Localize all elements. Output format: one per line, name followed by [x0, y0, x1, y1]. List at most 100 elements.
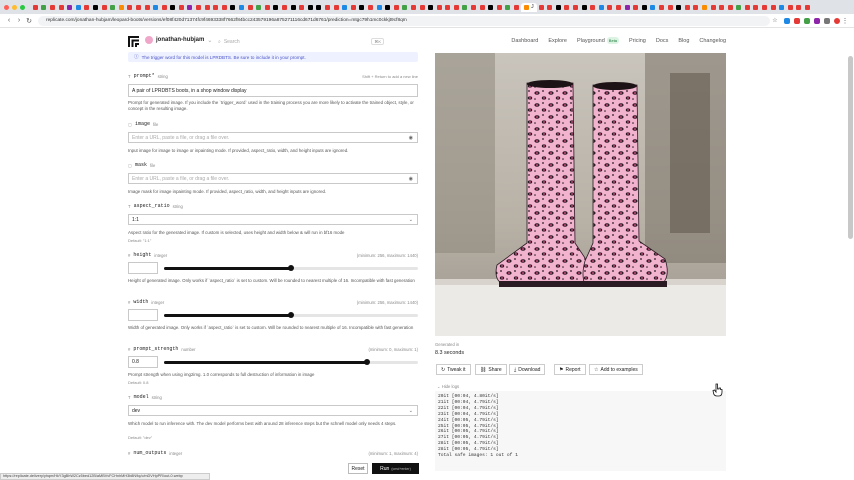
browser-tab[interactable] [444, 3, 453, 12]
slider-handle[interactable] [288, 265, 294, 271]
aspect-ratio-select[interactable]: 1:1 ⌄ [128, 214, 418, 225]
browser-tab[interactable] [786, 3, 795, 12]
browser-tab[interactable] [777, 3, 786, 12]
browser-tab[interactable] [169, 3, 178, 12]
browser-tab[interactable] [65, 3, 74, 12]
browser-tab[interactable] [108, 3, 117, 12]
eye-icon[interactable]: ◉ [409, 176, 413, 182]
browser-tab[interactable] [91, 3, 100, 12]
browser-tab[interactable] [674, 3, 683, 12]
browser-tab[interactable] [323, 3, 332, 12]
output-image[interactable] [435, 53, 726, 336]
browser-tab[interactable] [392, 3, 401, 12]
browser-tab[interactable] [795, 3, 804, 12]
browser-tab[interactable] [211, 3, 220, 12]
browser-tab[interactable] [623, 3, 632, 12]
browser-tab[interactable] [263, 3, 272, 12]
browser-tab[interactable]: J [520, 2, 537, 12]
minimize-window-button[interactable] [12, 4, 17, 10]
nav-playground[interactable]: Playground Beta [577, 37, 620, 44]
browser-tab[interactable] [666, 3, 675, 12]
width-input[interactable] [128, 309, 158, 321]
browser-tab[interactable] [726, 3, 735, 12]
browser-tab[interactable] [246, 3, 255, 12]
browser-tab[interactable] [160, 3, 169, 12]
browser-tab[interactable] [332, 3, 341, 12]
menu-dots-icon[interactable]: ⋮ [840, 17, 850, 25]
replicate-logo[interactable] [128, 36, 139, 47]
browser-tab[interactable] [512, 3, 521, 12]
browser-tab[interactable] [254, 3, 263, 12]
extension-icon[interactable] [804, 17, 810, 24]
run-button[interactable]: Run (cmd+enter) [372, 463, 419, 474]
browser-tab[interactable] [649, 3, 658, 12]
reload-icon[interactable]: ↻ [24, 17, 34, 25]
share-button[interactable]: ⛓ Share [475, 364, 507, 375]
browser-tab[interactable] [743, 3, 752, 12]
browser-tab[interactable] [401, 3, 410, 12]
browser-tab[interactable] [409, 3, 418, 12]
browser-tab[interactable] [220, 3, 229, 12]
browser-tab[interactable] [203, 3, 212, 12]
browser-tab[interactable] [117, 3, 126, 12]
slider-handle[interactable] [288, 312, 294, 318]
browser-tab[interactable] [375, 3, 384, 12]
browser-tab[interactable] [48, 3, 57, 12]
browser-tab[interactable] [563, 3, 572, 12]
browser-tab[interactable] [366, 3, 375, 12]
image-input[interactable]: Enter a URL, paste a file, or drag a fil… [128, 132, 418, 143]
mask-input[interactable]: Enter a URL, paste a file, or drag a fil… [128, 173, 418, 184]
width-slider[interactable] [164, 312, 418, 318]
browser-tab[interactable] [306, 3, 315, 12]
browser-tab[interactable] [280, 3, 289, 12]
browser-tab[interactable] [709, 3, 718, 12]
extension-icon[interactable] [814, 17, 820, 24]
browser-tab[interactable] [692, 3, 701, 12]
forward-icon[interactable]: › [14, 17, 24, 24]
maximize-window-button[interactable] [20, 4, 25, 10]
browser-tab[interactable] [100, 3, 109, 12]
browser-tab[interactable] [537, 3, 546, 12]
nav-dashboard[interactable]: Dashboard [511, 38, 538, 44]
scrollbar[interactable] [848, 56, 853, 239]
browser-tab[interactable] [452, 3, 461, 12]
browser-tab[interactable] [31, 3, 40, 12]
report-button[interactable]: ⚑ Report [554, 364, 586, 375]
browser-tab[interactable] [752, 3, 761, 12]
bookmark-star-icon[interactable]: ☆ [770, 17, 780, 24]
browser-tab[interactable] [358, 3, 367, 12]
extension-icon[interactable] [784, 17, 790, 24]
slider-handle[interactable] [364, 359, 371, 365]
browser-tab[interactable] [469, 3, 478, 12]
browser-tab[interactable] [700, 3, 709, 12]
browser-tab[interactable] [57, 3, 66, 12]
back-icon[interactable]: ‹ [4, 17, 14, 24]
browser-tab[interactable] [194, 3, 203, 12]
browser-tab[interactable] [426, 3, 435, 12]
browser-tab[interactable] [229, 3, 238, 12]
nav-explore[interactable]: Explore [548, 38, 567, 44]
search-input[interactable]: ⌕ Search ⌘K [218, 36, 388, 47]
browser-tab[interactable] [143, 3, 152, 12]
user-menu[interactable]: jonathan-hubjam ⌄ [145, 36, 212, 44]
browser-tab[interactable] [340, 3, 349, 12]
nav-changelog[interactable]: Changelog [699, 38, 726, 44]
prompt-strength-input[interactable]: 0.8 [128, 356, 158, 368]
browser-tab[interactable] [683, 3, 692, 12]
add-to-examples-button[interactable]: ☆ Add to examples [589, 364, 643, 375]
browser-tab[interactable] [760, 3, 769, 12]
browser-tab[interactable] [769, 3, 778, 12]
browser-tab[interactable] [315, 3, 324, 12]
eye-icon[interactable]: ◉ [409, 135, 413, 141]
browser-tab[interactable] [418, 3, 427, 12]
browser-tab[interactable] [545, 3, 554, 12]
browser-tab[interactable] [272, 3, 281, 12]
reset-button[interactable]: Reset [348, 463, 368, 474]
browser-tab[interactable] [486, 3, 495, 12]
browser-tab[interactable] [126, 3, 135, 12]
browser-tab[interactable] [435, 3, 444, 12]
browser-tab[interactable] [74, 3, 83, 12]
prompt-input[interactable]: A pair of LPRDBTS boots, in a shop windo… [128, 84, 418, 97]
browser-tab[interactable] [134, 3, 143, 12]
browser-tab[interactable] [554, 3, 563, 12]
